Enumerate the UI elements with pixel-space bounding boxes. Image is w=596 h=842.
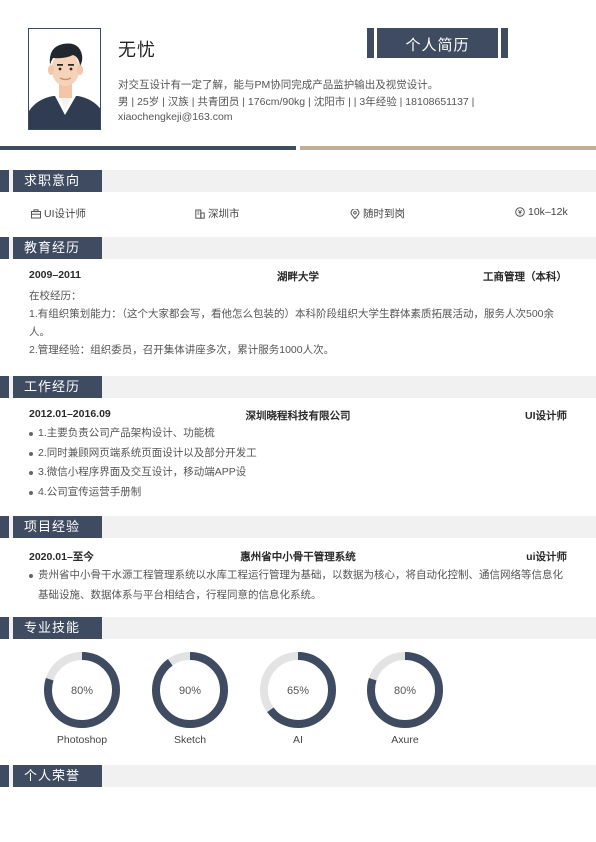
skill-ring: 80% (367, 652, 443, 728)
skill-sketch: 90% Sketch (145, 650, 235, 746)
intent-availability: 随时到岗 (350, 206, 405, 221)
work-duties-list: 1.主要负责公司产品架构设计、功能梳 2.同时兼顾网页端系统页面设计以及部分开发… (29, 424, 569, 502)
education-line: 在校经历： (29, 290, 82, 302)
list-item: 3.微信小程序界面及交互设计，移动端APP设 (29, 463, 569, 483)
section-header-skills: 专业技能 (0, 617, 596, 639)
personal-info: 男 | 25岁 | 汉族 | 共青团员 | 176cm/90kg | 沈阳市 |… (118, 96, 475, 123)
ring-percent: 80% (71, 685, 93, 697)
intent-city: 深圳市 (195, 206, 240, 221)
list-item: 1.主要负责公司产品架构设计、功能梳 (29, 424, 569, 444)
project-name: 惠州省中小骨干管理系统 (240, 551, 356, 563)
skill-axure: 80% Axure (360, 650, 450, 746)
section-title: 教育经历 (24, 240, 81, 255)
skill-name: Photoshop (56, 734, 108, 746)
section-label: 工作经历 (13, 376, 102, 398)
coin-icon (515, 207, 525, 217)
building-icon (195, 209, 205, 219)
section-header-project: 项目经验 (0, 516, 596, 538)
header-divider-light (300, 146, 596, 150)
section-title: 求职意向 (24, 173, 81, 188)
resume-header: 无忧 个人简历 对交互设计有一定了解，能与PM协同完成产品监护输出及视觉设计。 … (0, 0, 596, 160)
project-description-list: 贵州省中小骨干水源工程管理系统以水库工程运行管理为基础，以数据为核心，将自动化控… (29, 566, 569, 605)
section-title: 专业技能 (24, 620, 81, 635)
section-label: 专业技能 (13, 617, 102, 639)
skill-name: AI (293, 734, 303, 746)
avatar-illustration (29, 29, 100, 129)
ring-percent: 80% (394, 685, 416, 697)
skill-ai: 65% AI (253, 650, 343, 746)
section-accent (0, 765, 9, 787)
education-summary-row: 2009–2011 湖畔大学 工商管理（本科） (29, 269, 567, 285)
work-company: 深圳晓程科技有限公司 (245, 410, 351, 422)
ring-percent: 65% (287, 685, 309, 697)
intent-availability-text: 随时到岗 (363, 208, 405, 220)
education-major: 工商管理（本科） (483, 271, 567, 283)
intent-salary-text: 10k–12k (528, 206, 568, 218)
skill-ring: 90% (152, 652, 228, 728)
education-line: 1.有组织策划能力：（这个大家都会写，看他怎么包装的）本科阶段组织大学生群体素质… (29, 308, 555, 338)
list-item: 贵州省中小骨干水源工程管理系统以水库工程运行管理为基础，以数据为核心，将自动化控… (29, 566, 569, 605)
section-label: 教育经历 (13, 237, 102, 259)
education-details: 在校经历： 1.有组织策划能力：（这个大家都会写，看他怎么包装的）本科阶段组织大… (29, 287, 569, 359)
list-item: 4.公司宣传运营手册制 (29, 483, 569, 503)
location-pin-icon (350, 208, 360, 219)
intent-position-text: UI设计师 (44, 208, 86, 220)
project-role: ui设计师 (526, 551, 567, 563)
project-summary-row: 2020.01–至今 惠州省中小骨干管理系统 ui设计师 (29, 549, 567, 565)
work-summary-row: 2012.01–2016.09 深圳晓程科技有限公司 UI设计师 (29, 408, 567, 424)
skill-name: Axure (391, 734, 419, 746)
intent-city-text: 深圳市 (208, 208, 240, 220)
section-header-intent: 求职意向 (0, 170, 596, 192)
resume-title: 个人简历 (405, 37, 470, 54)
skill-name: Sketch (173, 734, 207, 746)
section-accent (0, 516, 9, 538)
header-divider-dark (0, 146, 296, 150)
section-header-honors: 个人荣誉 (0, 765, 596, 787)
skill-photoshop: 80% Photoshop (37, 650, 127, 746)
skills-panel: 80% Photoshop 90% Sketch 65% AI 80% Axur… (0, 650, 596, 750)
education-line: 2.管理经验：组织委员，召开集体讲座多次，累计服务1000人次。 (29, 344, 335, 356)
intent-salary: 10k–12k (515, 206, 568, 218)
section-header-education: 教育经历 (0, 237, 596, 259)
job-intent-row: UI设计师 深圳市 随时到岗 10k–12k (0, 206, 596, 222)
section-title: 个人荣誉 (24, 768, 81, 783)
section-label: 项目经验 (13, 516, 102, 538)
section-accent (0, 376, 9, 398)
intent-position: UI设计师 (31, 206, 86, 221)
skill-ring: 65% (260, 652, 336, 728)
section-accent (0, 237, 9, 259)
section-label: 求职意向 (13, 170, 102, 192)
list-item: 2.同时兼顾网页端系统页面设计以及部分开发工 (29, 444, 569, 464)
section-header-work: 工作经历 (0, 376, 596, 398)
work-role: UI设计师 (525, 410, 567, 422)
ring-percent: 90% (179, 685, 201, 697)
section-accent (0, 617, 9, 639)
resume-title-banner: 个人简历 (367, 28, 508, 58)
section-title: 工作经历 (24, 379, 81, 394)
banner-right-bar (498, 28, 501, 58)
section-label: 个人荣誉 (13, 765, 102, 787)
section-accent (0, 170, 9, 192)
briefcase-icon (31, 208, 41, 218)
self-intro: 对交互设计有一定了解，能与PM协同完成产品监护输出及视觉设计。 (118, 79, 439, 91)
avatar (28, 28, 101, 130)
skill-ring: 80% (44, 652, 120, 728)
candidate-name: 无忧 (118, 40, 156, 60)
section-title: 项目经验 (24, 519, 81, 534)
